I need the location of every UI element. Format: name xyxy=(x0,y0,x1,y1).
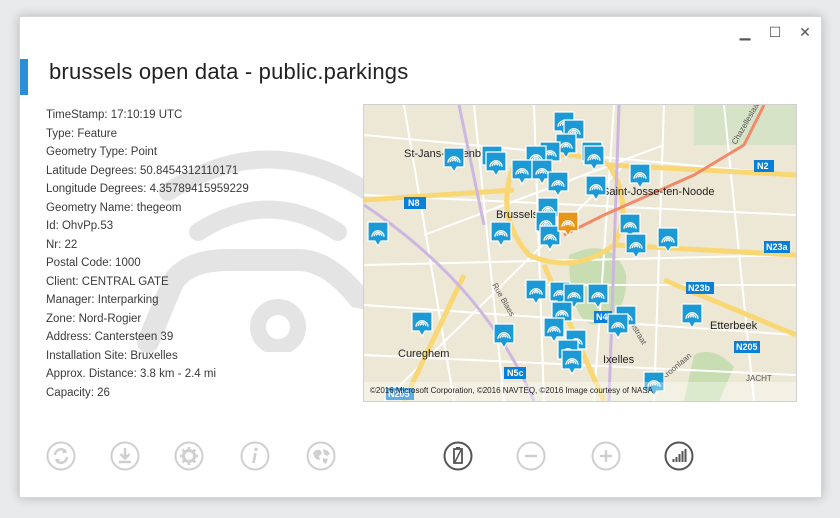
road-label: N205 xyxy=(736,342,758,352)
detail-row-geometry-name: Geometry Name: thegeom xyxy=(46,201,182,214)
place-label: Brussels xyxy=(496,209,539,221)
detail-row-longitude: Longitude Degrees: 4.35789415959229 xyxy=(46,183,249,195)
zoom-out-icon xyxy=(516,441,546,471)
download-button[interactable] xyxy=(110,441,140,471)
signal-icon xyxy=(664,441,694,471)
detail-row-manager: Manager: Interparking xyxy=(46,294,159,306)
feature-details: TimeStamp: 17:10:19 UTC Type: Feature Ge… xyxy=(46,106,346,402)
place-label: Cureghem xyxy=(398,348,449,360)
road-label: N23a xyxy=(766,242,789,252)
zoom-in-button[interactable] xyxy=(591,441,621,471)
detail-row-postal-code: Postal Code: 1000 xyxy=(46,257,141,269)
battery-button[interactable] xyxy=(443,441,473,471)
detail-row-client: Client: CENTRAL GATE xyxy=(46,275,169,288)
title-accent-bar xyxy=(20,59,28,95)
battery-icon xyxy=(443,441,473,471)
detail-row-installation-site: Installation Site: Bruxelles xyxy=(46,349,178,362)
zoom-in-icon xyxy=(591,441,621,471)
parking-map[interactable]: N2 N8 N23a N23b N205 N5c N4 N205 Chazell… xyxy=(363,104,797,402)
settings-icon xyxy=(174,441,204,471)
download-icon xyxy=(110,441,140,471)
close-button[interactable]: ✕ xyxy=(794,21,816,43)
detail-row-capacity: Capacity: 26 xyxy=(46,386,110,399)
globe-button[interactable] xyxy=(306,441,336,471)
detail-row-timestamp: TimeStamp: 17:10:19 UTC xyxy=(46,109,183,121)
road-label: JACHT xyxy=(746,374,772,383)
detail-row-distance: Approx. Distance: 3.8 km - 2.4 mi xyxy=(46,368,217,380)
maximize-button[interactable]: ☐ xyxy=(764,21,786,43)
detail-row-geometry-type: Geometry Type: Point xyxy=(46,146,158,158)
place-label: Etterbeek xyxy=(710,320,758,332)
detail-row-id: Id: OhvPp.53 xyxy=(46,220,114,232)
detail-row-type: Type: Feature xyxy=(46,127,117,140)
road-label: N2 xyxy=(757,161,769,171)
road-label: N8 xyxy=(408,198,420,208)
detail-row-zone: Zone: Nord-Rogier xyxy=(46,312,142,325)
place-label: Saint-Josse-ten-Noode xyxy=(602,186,715,198)
detail-row-nr: Nr: 22 xyxy=(46,238,78,251)
map-copyright: ©2016 Microsoft Corporation, ©2016 NAVTE… xyxy=(370,386,654,395)
detail-row-latitude: Latitude Degrees: 50.8454312110171 xyxy=(46,164,239,177)
road-label: N23b xyxy=(688,283,711,293)
info-button[interactable] xyxy=(240,441,270,471)
info-icon xyxy=(240,441,270,471)
refresh-icon xyxy=(46,441,76,471)
road-label: N5c xyxy=(507,368,524,378)
app-window: ▁ ☐ ✕ brussels open data - public.parkin… xyxy=(19,16,822,498)
signal-button[interactable] xyxy=(664,441,694,471)
settings-button[interactable] xyxy=(174,441,204,471)
refresh-button[interactable] xyxy=(46,441,76,471)
page-title: brussels open data - public.parkings xyxy=(49,59,409,84)
globe-icon xyxy=(306,441,336,471)
road-label: N4 xyxy=(596,312,608,322)
minimize-button[interactable]: ▁ xyxy=(734,21,756,43)
zoom-out-button[interactable] xyxy=(516,441,546,471)
detail-row-address: Address: Cantersteen 39 xyxy=(46,331,174,343)
place-label: Ixelles xyxy=(603,354,635,366)
